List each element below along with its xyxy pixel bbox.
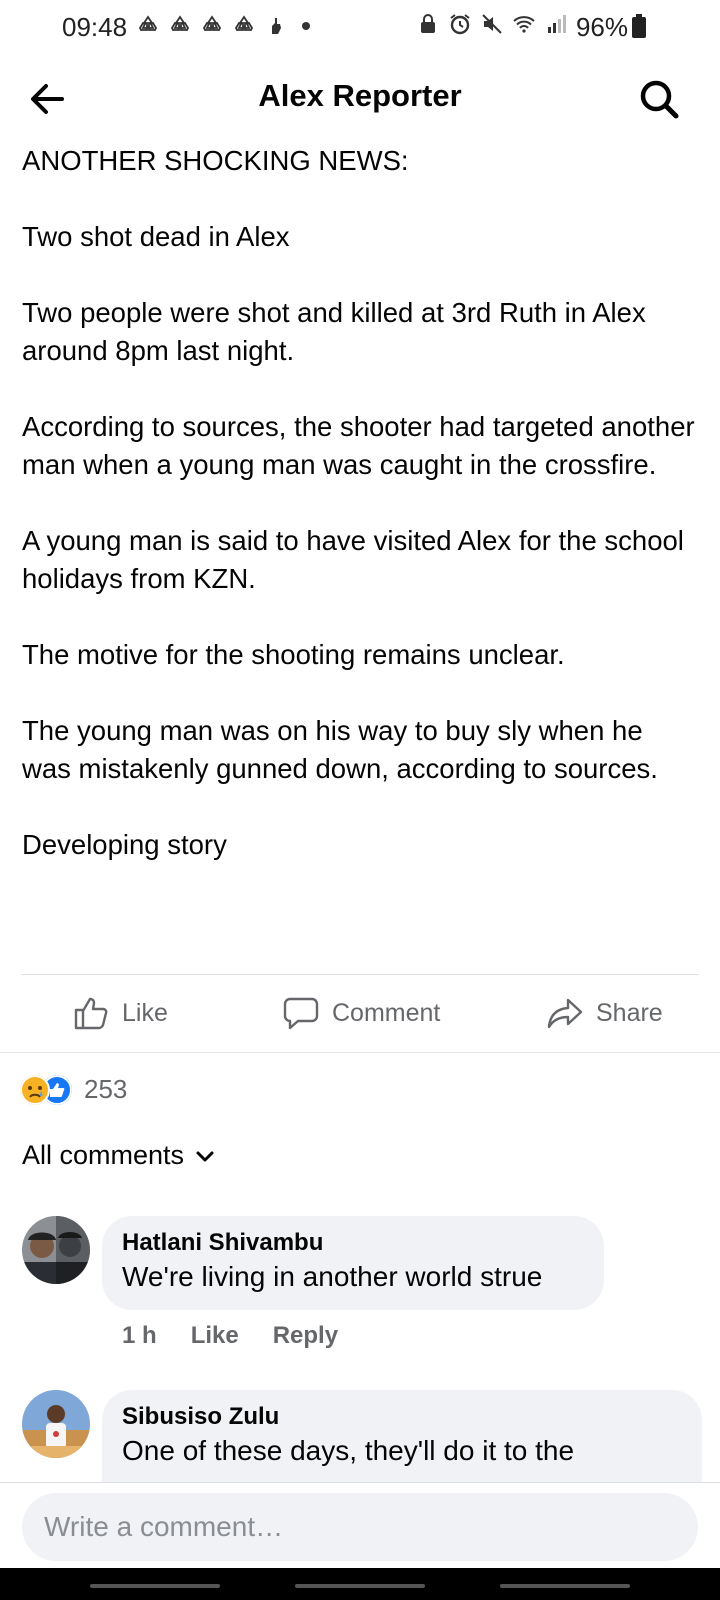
search-icon[interactable] — [636, 76, 682, 122]
nav-home-handle[interactable] — [295, 1584, 425, 1588]
comment-input[interactable] — [22, 1493, 698, 1561]
divider — [22, 974, 698, 975]
battery-level: 96% — [575, 12, 628, 42]
signal-icon — [548, 15, 566, 33]
post-paragraph: According to sources, the shooter had ta… — [22, 411, 695, 480]
recycle-icon — [202, 15, 222, 31]
post-paragraph: ANOTHER SHOCKING NEWS: — [22, 145, 409, 176]
comment-label: Comment — [332, 998, 441, 1027]
avatar-photo — [22, 1390, 90, 1458]
thumbs-up-icon — [74, 997, 108, 1030]
comment-bubble: Hatlani Shivambu We're living in another… — [102, 1216, 604, 1310]
comment-item: Sibusiso Zulu One of these days, they'll… — [22, 1390, 702, 1482]
recycle-icon — [138, 15, 158, 31]
share-arrow-icon — [547, 998, 583, 1029]
app-header: Alex Reporter — [0, 60, 720, 136]
comments-filter-dropdown[interactable]: All comments — [22, 1140, 216, 1171]
system-navigation-bar — [0, 1568, 720, 1600]
comment-timestamp: 1 h — [122, 1322, 157, 1349]
nav-back-handle[interactable] — [500, 1584, 630, 1588]
recycle-icon — [170, 15, 190, 31]
comment-composer — [0, 1483, 720, 1568]
comment-bubble: Sibusiso Zulu One of these days, they'll… — [102, 1390, 702, 1482]
battery-icon — [632, 14, 646, 38]
avatar-photo — [22, 1216, 90, 1284]
comment-actions: 1 h Like Reply — [122, 1322, 338, 1350]
post-paragraph: The motive for the shooting remains uncl… — [22, 639, 565, 670]
reaction-count: 253 — [84, 1074, 128, 1104]
comment-item: Hatlani Shivambu We're living in another… — [22, 1216, 702, 1366]
post-body: ANOTHER SHOCKING NEWS: Two shot dead in … — [22, 142, 698, 864]
post-paragraph: Two shot dead in Alex — [22, 221, 290, 252]
share-label: Share — [596, 998, 663, 1027]
comment-text: We're living in another world strue — [122, 1261, 543, 1292]
avatar[interactable] — [22, 1216, 90, 1284]
notification-icons — [136, 14, 310, 38]
like-label: Like — [122, 998, 168, 1027]
share-button[interactable]: Share — [546, 994, 663, 1032]
comment-like-link[interactable]: Like — [191, 1322, 239, 1350]
page-title: Alex Reporter — [258, 78, 462, 113]
sad-reaction-icon — [20, 1074, 50, 1105]
chevron-down-icon — [196, 1151, 214, 1161]
avatar[interactable] — [22, 1390, 90, 1458]
wifi-icon — [513, 16, 535, 33]
comments-filter-label: All comments — [22, 1140, 185, 1170]
post-action-bar: Like Comment Share — [0, 976, 720, 1052]
post-paragraph: The young man was on his way to buy sly … — [22, 715, 658, 784]
comment-author[interactable]: Hatlani Shivambu — [122, 1228, 584, 1258]
system-icons — [416, 12, 568, 36]
more-notifications-dot — [302, 22, 310, 30]
post-paragraph: Developing story — [22, 829, 227, 860]
post-paragraph: Two people were shot and killed at 3rd R… — [22, 297, 646, 366]
like-button[interactable]: Like — [72, 994, 168, 1032]
comment-icon — [283, 997, 319, 1030]
status-bar: 09:48 96% — [0, 0, 720, 52]
comment-button[interactable]: Comment — [282, 994, 440, 1032]
reactions-summary[interactable]: 253 — [20, 1074, 127, 1105]
recycle-icon — [234, 15, 254, 31]
hand-icon — [272, 18, 281, 34]
status-time: 09:48 — [62, 12, 128, 42]
alarm-icon — [450, 14, 470, 35]
comment-author[interactable]: Sibusiso Zulu — [122, 1402, 682, 1432]
lock-icon — [421, 14, 435, 33]
mute-icon — [482, 14, 502, 34]
comment-text: One of these days, they'll do it to the — [122, 1435, 575, 1466]
divider — [0, 1052, 720, 1053]
nav-recents-handle[interactable] — [90, 1584, 220, 1588]
post-paragraph: A young man is said to have visited Alex… — [22, 525, 684, 594]
comment-reply-link[interactable]: Reply — [273, 1322, 338, 1350]
